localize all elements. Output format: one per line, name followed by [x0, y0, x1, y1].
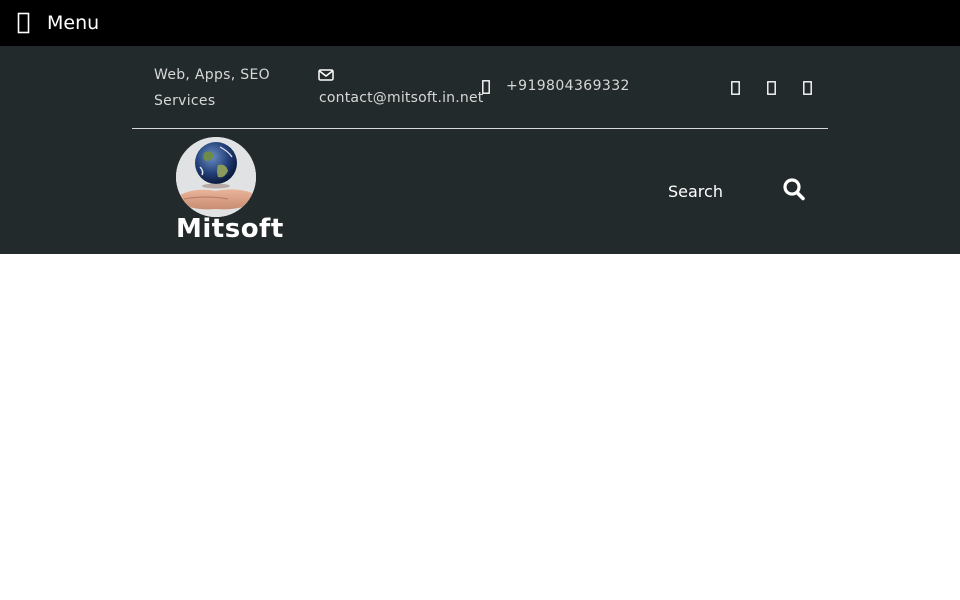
menu-icon — [14, 11, 34, 35]
search-icon[interactable] — [782, 177, 806, 203]
email-link[interactable]: contact@mitsoft.in.net — [319, 90, 483, 106]
site-header: Web, Apps, SEO Services contact@mitsoft.… — [0, 46, 960, 254]
search-input[interactable] — [660, 178, 770, 204]
linkedin-icon[interactable] — [803, 80, 812, 95]
menu-label: Menu — [47, 12, 100, 34]
header-info-bar: Web, Apps, SEO Services contact@mitsoft.… — [132, 46, 828, 129]
top-bar: Menu — [0, 0, 960, 46]
phone-number[interactable]: +919804369332 — [506, 78, 630, 94]
envelope-icon — [318, 66, 334, 81]
twitter-icon[interactable] — [767, 80, 776, 95]
site-tagline: Web, Apps, SEO Services — [154, 67, 270, 109]
facebook-icon[interactable] — [731, 80, 740, 95]
site-title[interactable]: Mitsoft — [176, 214, 284, 244]
globe-in-hand-logo — [176, 137, 256, 217]
site-logo[interactable] — [176, 137, 256, 217]
mobile-phone-icon — [482, 79, 490, 94]
menu-button[interactable]: Menu — [14, 10, 99, 36]
